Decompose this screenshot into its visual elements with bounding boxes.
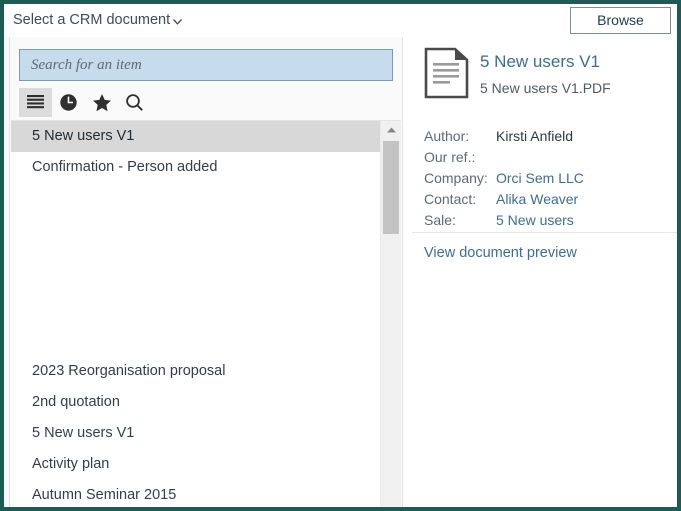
top-bar: Select a CRM document Browse	[4, 4, 677, 37]
metadata-value-link[interactable]: Alika Weaver	[496, 191, 578, 207]
document-list-rows: 5 New users V1 Confirmation - Person add…	[11, 121, 380, 507]
document-filename: 5 New users V1.PDF	[480, 80, 611, 96]
metadata-value-link[interactable]: 5 New users	[496, 212, 574, 228]
crm-document-dropdown-label: Select a CRM document	[13, 12, 171, 28]
metadata-label: Our ref.:	[424, 148, 476, 165]
document-title-link[interactable]: 5 New users V1	[480, 52, 600, 72]
view-document-preview-link[interactable]: View document preview	[424, 245, 577, 261]
list-item[interactable]: Activity plan	[11, 449, 380, 480]
document-details-panel: 5 New users V1 5 New users V1.PDF Author…	[402, 37, 677, 507]
list-item[interactable]: Autumn Seminar 2015	[11, 480, 380, 507]
metadata-value: Kirsti Anfield	[496, 127, 574, 144]
metadata-label: Contact:	[424, 190, 477, 207]
metadata-label: Company:	[424, 169, 488, 186]
metadata-row-company: Company: Orci Sem LLC	[424, 167, 667, 188]
list-scrollbar[interactable]	[380, 121, 401, 507]
search-icon[interactable]	[118, 88, 151, 117]
metadata-value-link[interactable]: Orci Sem LLC	[496, 170, 584, 186]
browse-button[interactable]: Browse	[570, 7, 671, 34]
document-list: 5 New users V1 Confirmation - Person add…	[11, 120, 401, 507]
content-area: 5 New users V1 Confirmation - Person add…	[4, 37, 677, 507]
metadata-row-sale: Sale: 5 New users	[424, 209, 667, 230]
crm-document-picker-window: Select a CRM document Browse Search for …	[0, 0, 681, 511]
list-item[interactable]: 5 New users V1	[11, 121, 380, 152]
chevron-down-icon	[171, 15, 184, 28]
metadata-row-contact: Contact: Alika Weaver	[424, 188, 667, 209]
list-icon[interactable]	[19, 87, 52, 117]
metadata-label: Author:	[424, 127, 470, 144]
metadata-row-author: Author: Kirsti Anfield	[424, 125, 667, 146]
star-icon[interactable]	[85, 88, 118, 117]
view-toolbar	[19, 87, 151, 117]
document-icon	[424, 47, 469, 99]
search-input[interactable]	[19, 49, 393, 81]
caret-up-icon[interactable]	[381, 121, 401, 139]
metadata-row-our-ref: Our ref.:	[424, 146, 667, 167]
list-item[interactable]: 5 New users V1	[11, 418, 380, 449]
list-item[interactable]: 2nd quotation	[11, 387, 380, 418]
crm-document-dropdown[interactable]: Select a CRM document	[13, 11, 184, 29]
details-divider	[412, 232, 677, 233]
document-header: 5 New users V1 5 New users V1.PDF	[403, 37, 677, 102]
list-item[interactable]: 2023 Reorganisation proposal	[11, 356, 380, 387]
list-item[interactable]: Confirmation - Person added	[11, 152, 380, 183]
document-list-panel: 5 New users V1 Confirmation - Person add…	[9, 37, 401, 507]
document-metadata: Author: Kirsti Anfield Our ref.: Company…	[424, 125, 667, 230]
metadata-label: Sale:	[424, 211, 456, 228]
scrollbar-thumb[interactable]	[383, 141, 399, 234]
clock-icon[interactable]	[52, 88, 85, 117]
search-field-wrapper	[19, 49, 393, 81]
